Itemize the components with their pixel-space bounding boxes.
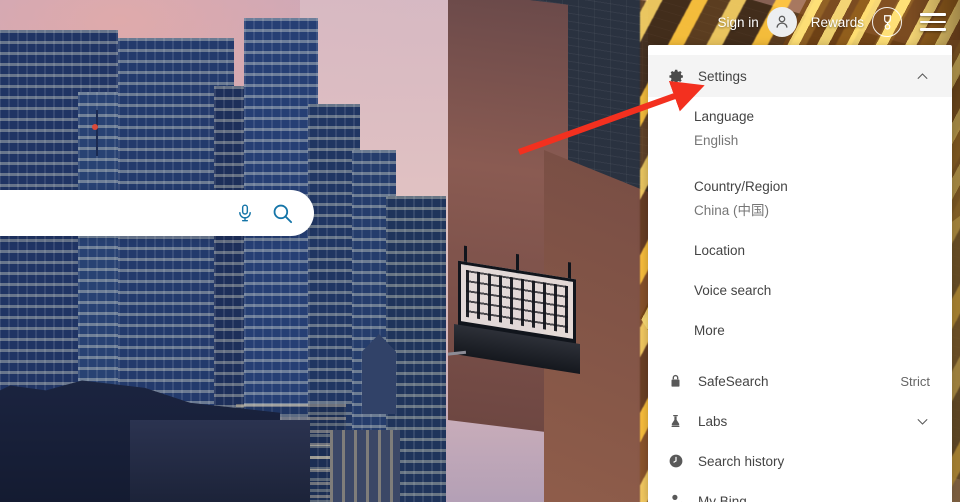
labs-row[interactable]: Labs (648, 401, 952, 441)
safesearch-row[interactable]: SafeSearch Strict (648, 361, 952, 401)
antenna-mast (96, 110, 98, 156)
flask-icon (668, 413, 698, 429)
settings-title: Settings (698, 68, 747, 84)
safesearch-label: SafeSearch (698, 373, 769, 389)
medal-icon (872, 7, 902, 37)
labs-label: Labs (698, 413, 728, 429)
search-history-row[interactable]: Search history (648, 441, 952, 481)
country-region-label: Country/Region (694, 179, 788, 194)
rewards-button[interactable]: Rewards (811, 7, 902, 37)
search-history-label: Search history (698, 453, 785, 469)
screen-root: Sign in Rewards Settings Language Englis… (0, 0, 960, 502)
sign-in-label: Sign in (717, 14, 759, 30)
settings-flyout-panel: Settings Language English Country/Region… (648, 45, 952, 502)
person-avatar-icon (766, 7, 797, 37)
language-value[interactable]: English (694, 129, 932, 153)
country-region-value[interactable]: China (中国) (694, 199, 932, 223)
more-link[interactable]: More (694, 303, 932, 343)
magnifier-search-icon[interactable] (271, 202, 294, 225)
search-box[interactable] (0, 190, 314, 236)
my-bing-row[interactable]: My Bing (648, 481, 952, 502)
hamburger-menu-icon[interactable] (920, 11, 946, 33)
lock-icon (668, 373, 698, 389)
settings-header-row[interactable]: Settings (648, 55, 952, 97)
top-header-bar: Sign in Rewards (0, 0, 960, 44)
voice-search-link[interactable]: Voice search (694, 263, 932, 303)
wrought-iron-balcony (454, 245, 580, 376)
foreground-dark-block (130, 420, 310, 502)
my-bing-label: My Bing (698, 493, 747, 502)
settings-subsection: Language English Country/Region China (中… (648, 97, 952, 343)
chevron-up-icon[interactable] (915, 69, 930, 84)
rewards-label: Rewards (810, 14, 864, 30)
person-star-icon (668, 493, 698, 502)
clock-icon (668, 453, 698, 469)
balcony-lacework (466, 269, 568, 334)
gear-icon (668, 68, 698, 85)
panel-gap (648, 343, 952, 361)
chevron-down-icon[interactable] (915, 414, 930, 429)
building-midrise-2 (330, 430, 400, 502)
safesearch-value: Strict (900, 373, 930, 389)
antenna-light (92, 124, 98, 130)
language-label: Language (694, 109, 755, 124)
sign-in-button[interactable]: Sign in (717, 7, 797, 37)
location-link[interactable]: Location (694, 223, 932, 263)
microphone-icon[interactable] (235, 203, 255, 223)
